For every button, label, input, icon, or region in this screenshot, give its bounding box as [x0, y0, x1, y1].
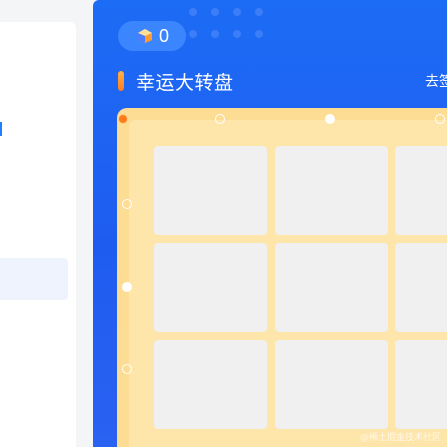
prize-cell[interactable]	[395, 340, 447, 429]
prize-cell[interactable]	[395, 146, 447, 235]
ore-points-value: 0	[159, 26, 170, 46]
lottery-board	[117, 108, 447, 447]
board-lamp-icon	[435, 114, 445, 124]
title-row: 幸运大转盘 去签	[118, 68, 447, 94]
prize-cell[interactable]	[154, 146, 267, 235]
ore-coin-icon	[136, 27, 154, 45]
sidebar	[0, 22, 76, 447]
signin-link[interactable]: 去签	[425, 71, 447, 91]
watermark: @稀土掘金技术社区	[359, 433, 441, 443]
board-lamp-icon	[122, 199, 132, 209]
page: 0 幸运大转盘 去签 @稀土掘金技术社区	[0, 0, 447, 447]
lottery-panel: 0 幸运大转盘 去签 @稀土掘金技术社区	[93, 0, 447, 447]
prize-cell[interactable]	[154, 243, 267, 332]
sidebar-item-active[interactable]	[0, 258, 68, 300]
ore-points-badge[interactable]: 0	[118, 21, 186, 51]
prize-cell[interactable]	[395, 243, 447, 332]
board-lamp-icon	[215, 114, 225, 124]
decorative-dots	[189, 8, 279, 48]
prize-cell[interactable]	[275, 340, 388, 429]
prize-cell[interactable]	[275, 243, 388, 332]
prize-cell[interactable]	[275, 146, 388, 235]
title-accent-bar	[118, 71, 124, 91]
board-lamp-icon	[122, 364, 132, 374]
board-lamp-icon	[122, 282, 132, 292]
sidebar-marker	[0, 122, 2, 136]
page-title: 幸运大转盘	[136, 72, 234, 94]
prize-cell[interactable]	[154, 340, 267, 429]
board-lamp-icon	[118, 114, 128, 124]
board-lamp-icon	[325, 114, 335, 124]
